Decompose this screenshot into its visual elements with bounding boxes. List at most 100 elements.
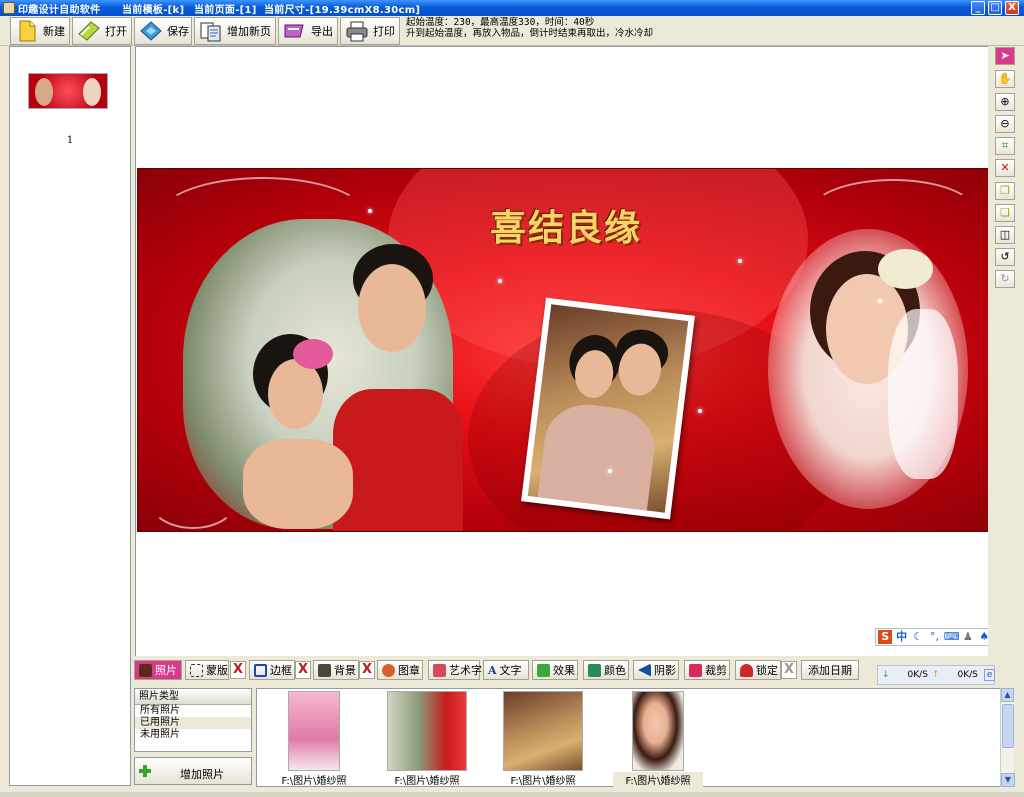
hand-icon[interactable]: ✋ — [995, 70, 1015, 88]
fit-screen-icon[interactable]: ⌗ — [995, 137, 1015, 155]
photo-caption: F:\图片\婚纱照 — [281, 776, 347, 787]
redo-icon[interactable]: ↻ — [995, 270, 1015, 288]
border-remove-button[interactable]: X — [295, 661, 311, 679]
tab-crop[interactable]: 裁剪 — [684, 660, 730, 680]
export-button[interactable]: 导出 — [278, 17, 338, 45]
zoom-in-icon[interactable]: ⊕ — [995, 93, 1015, 111]
mask-icon — [190, 663, 203, 677]
punctuation-icon[interactable]: °, — [927, 630, 941, 644]
photo-center-image — [527, 304, 689, 513]
scroll-up-icon[interactable]: ▲ — [1001, 688, 1014, 702]
photo-library-strip: F:\图片\婚纱照 F:\图片\婚纱照 F:\图片\婚纱照 F:\图片\婚纱照 — [256, 688, 1012, 787]
photo-thumbnail — [503, 691, 583, 771]
page-number: 1 — [66, 135, 74, 146]
tab-color[interactable]: 颜色 — [583, 660, 629, 680]
photo-caption: F:\图片\婚纱照 — [613, 772, 703, 787]
sparkle — [498, 279, 502, 283]
current-page: 当前页面-[1] — [194, 5, 257, 16]
bride-face — [268, 359, 323, 429]
wedding-veil — [888, 309, 958, 479]
tab-text[interactable]: A 文字 — [483, 660, 529, 680]
category-used[interactable]: 已用照片 — [135, 717, 251, 729]
tab-background-label: 背景 — [334, 664, 356, 677]
design-artwork[interactable]: 喜结良缘 — [137, 168, 989, 532]
tab-stamp[interactable]: 图章 — [377, 660, 423, 680]
delete-icon[interactable]: ✕ — [995, 159, 1015, 177]
send-backward-icon[interactable]: ❏ — [995, 204, 1015, 222]
undo-icon[interactable]: ↺ — [995, 248, 1015, 266]
scroll-thumb[interactable] — [1002, 704, 1014, 748]
main-toolbar: 新建 打开 保存 增加新页 导出 打印 起始温度：230，最高温度330，时间：… — [0, 16, 1024, 46]
new-button[interactable]: 新建 — [10, 17, 70, 45]
photo-strip-scrollbar[interactable]: ▲ ▼ — [1000, 688, 1015, 787]
new-file-icon — [15, 20, 39, 42]
category-all[interactable]: 所有照片 — [135, 705, 251, 717]
maximize-button[interactable]: □ — [988, 1, 1002, 15]
tab-photo[interactable]: 照片 — [134, 660, 182, 680]
sogou-logo-icon: S — [878, 630, 893, 644]
close-button[interactable]: X — [1005, 1, 1019, 15]
background-remove-button[interactable]: X — [359, 661, 375, 679]
tab-art-text-label: 艺术字 — [449, 664, 482, 677]
category-unused[interactable]: 未用照片 — [135, 729, 251, 741]
ime-language-toggle[interactable]: 中 — [894, 630, 908, 644]
bride-portrait-right[interactable] — [768, 229, 968, 509]
tab-border[interactable]: 边框 — [249, 660, 295, 680]
add-page-button[interactable]: 增加新页 — [194, 17, 276, 45]
photo-item[interactable]: F:\图片\婚纱照 — [377, 691, 477, 787]
add-date-button[interactable]: 添加日期 — [801, 660, 859, 680]
upload-speed: 0K/S — [957, 670, 978, 680]
new-label: 新建 — [43, 25, 65, 38]
scroll-down-icon[interactable]: ▼ — [1001, 773, 1015, 787]
photo-item[interactable]: F:\图片\婚纱照 — [271, 691, 357, 787]
bring-forward-icon[interactable]: ❐ — [995, 182, 1015, 200]
minimize-button[interactable]: _ — [971, 1, 985, 15]
crop-icon — [689, 663, 702, 677]
printer-icon — [345, 20, 369, 42]
couple-photo-left[interactable] — [183, 219, 463, 531]
sparkle — [608, 469, 612, 473]
tab-background[interactable]: 背景 — [313, 660, 359, 680]
print-label: 打印 — [373, 25, 395, 38]
design-canvas[interactable]: 喜结良缘 S 中 ☾ °, ⌨ ♟ ♠ ✎ — [135, 46, 1011, 656]
mask-remove-button[interactable]: X — [230, 661, 246, 679]
photo-item[interactable]: F:\图片\婚纱照 — [495, 691, 591, 787]
select-arrow-icon[interactable]: ➤ — [995, 47, 1015, 65]
keyboard-icon[interactable]: ⌨ — [944, 630, 960, 644]
current-size: 当前尺寸-[19.39cmX8.30cm] — [264, 5, 421, 16]
tab-effect[interactable]: 效果 — [532, 660, 578, 680]
photo-thumbnail — [288, 691, 340, 771]
zoom-out-icon[interactable]: ⊖ — [995, 115, 1015, 133]
color-icon — [588, 663, 601, 677]
ie-icon[interactable]: e — [983, 669, 996, 681]
tab-shadow[interactable]: 阴影 — [633, 660, 679, 680]
photo-caption: F:\图片\婚纱照 — [510, 776, 576, 787]
info-line-1: 起始温度：230，最高温度330，时间：40秒 — [406, 17, 595, 28]
tab-lock[interactable]: 锁定 — [735, 660, 781, 680]
user-icon[interactable]: ♟ — [961, 630, 975, 644]
export-label: 导出 — [311, 25, 333, 38]
photo-item[interactable]: F:\图片\婚纱照 — [613, 691, 703, 787]
save-label: 保存 — [167, 25, 189, 38]
couple-photo-center[interactable] — [521, 297, 695, 520]
sparkle — [738, 259, 742, 263]
tab-mask[interactable]: 蒙版 — [185, 660, 229, 680]
open-button[interactable]: 打开 — [72, 17, 132, 45]
network-speed-widget: ↓ 0K/S ↑ 0K/S e — [877, 665, 996, 685]
moon-icon[interactable]: ☾ — [911, 630, 925, 644]
save-button[interactable]: 保存 — [134, 17, 192, 45]
add-photo-button[interactable]: 增加照片 — [134, 757, 252, 785]
lock-remove-button[interactable]: X — [781, 661, 797, 679]
art-text-icon — [433, 663, 446, 677]
page-thumbnail[interactable] — [28, 73, 108, 109]
tab-border-label: 边框 — [270, 664, 292, 677]
sparkle — [368, 209, 372, 213]
flip-icon[interactable]: ◫ — [995, 226, 1015, 244]
groom-face — [358, 264, 426, 352]
tab-mask-label: 蒙版 — [206, 664, 228, 677]
lock-icon — [740, 663, 753, 677]
tab-art-text[interactable]: 艺术字 — [428, 660, 482, 680]
print-button[interactable]: 打印 — [340, 17, 400, 45]
text-icon: A — [488, 663, 497, 677]
art-title[interactable]: 喜结良缘 — [490, 199, 642, 251]
